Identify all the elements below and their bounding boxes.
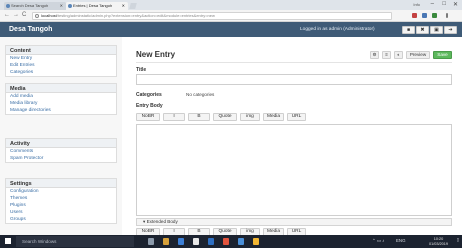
entry-toggle-button[interactable]: ◐ [394,51,403,59]
sidebar-section-title: Activity [6,139,116,148]
extension-icon[interactable] [432,13,437,18]
page-title: New Entry [136,50,176,59]
browser-tab-strip: Search Desa Tangoh ✕ Entries | Desa Tang… [0,0,462,10]
logged-in-status: Logged in as admin (Administrator) [300,27,375,32]
sidebar-item-edit-entries[interactable]: Edit Entries [6,62,116,69]
file-explorer-icon[interactable] [163,238,169,245]
sidebar-item-groups[interactable]: Groups [6,216,116,223]
header-frame-button[interactable]: ▣ [430,26,443,34]
save-button[interactable]: Save [433,51,452,59]
url-path: /testing/adminstatic/admin.php?extension… [56,13,215,18]
taskbar-search-input[interactable]: Search Windows [16,236,134,247]
close-window-icon[interactable]: ✕ [453,1,458,8]
sidebar-item-categories[interactable]: Categories [6,69,116,76]
notification-icon[interactable]: ▯ [457,237,459,243]
sidebar-item-add-media[interactable]: Add media [6,93,116,100]
minimize-icon[interactable]: – [431,1,434,7]
sidebar-item-spam-protector[interactable]: Spam Protector [6,155,116,162]
bold-button[interactable]: B [188,113,210,121]
extension-icon[interactable] [422,13,427,18]
store-icon[interactable] [193,238,199,245]
browser-menu-icon[interactable] [446,13,448,18]
windows-start-icon[interactable] [5,238,11,244]
logout-button[interactable]: ➔ [444,26,457,34]
url-host: localhost [41,13,57,18]
sidebar-item-plugins[interactable]: Plugins [6,202,116,209]
mail-icon[interactable] [208,238,214,245]
sidebar-section-content: Content New Entry Edit Entries Categorie… [5,45,117,77]
edge-icon[interactable] [178,238,184,245]
sidebar-item-configuration[interactable]: Configuration [6,188,116,195]
categories-value[interactable]: No categories [186,92,214,97]
app-name[interactable]: Desa Tangoh [9,26,52,33]
nobr-button[interactable]: NoBR [136,113,160,121]
title-input[interactable] [136,74,452,85]
forward-icon[interactable]: → [13,12,19,18]
url-button[interactable]: URL [287,113,306,121]
entry-body-textarea[interactable] [136,124,452,216]
header-settings-button[interactable]: ✖ [416,26,429,34]
info-icon[interactable] [35,14,39,18]
header-stop-button[interactable]: ■ [402,26,415,34]
sidebar-item-users[interactable]: Users [6,209,116,216]
preview-button[interactable]: Preview [406,51,430,59]
sidebar-section-settings: Settings Configuration Themes Plugins Us… [5,178,117,224]
task-view-icon[interactable] [148,238,154,245]
close-tab-icon[interactable]: ✕ [122,2,125,10]
media-button[interactable]: Media [263,113,284,121]
tab-label: Entries | Desa Tangoh [73,3,113,8]
entry-list-button[interactable]: ≡ [382,51,391,59]
sidebar-section-title: Media [6,84,116,93]
extension-icon[interactable] [412,13,417,18]
new-tab-button[interactable] [129,3,137,9]
divider [136,62,452,63]
app-icon[interactable] [238,238,244,245]
sidebar-section-media: Media Add media Media library Manage dir… [5,83,117,115]
categories-label: Categories [136,92,162,98]
site-favicon-icon [68,4,72,8]
italic-button[interactable]: I [163,113,185,121]
browser-user-label[interactable]: Info [413,2,420,7]
entry-settings-button[interactable]: ⚙ [370,51,379,59]
back-icon[interactable]: ← [4,12,10,18]
sidebar-item-media-library[interactable]: Media library [6,100,116,107]
main-content: New Entry ⚙ ≡ ◐ Preview Save Title Categ… [122,37,462,236]
sidebar-item-themes[interactable]: Themes [6,195,116,202]
chrome-icon[interactable] [253,238,259,245]
browser-tab-search[interactable]: Search Desa Tangoh ✕ [4,2,66,10]
sidebar-item-new-entry[interactable]: New Entry [6,55,116,62]
sidebar: Content New Entry Edit Entries Categorie… [0,37,122,235]
site-favicon-icon [6,4,10,8]
img-button[interactable]: img [240,113,260,121]
extended-body-toggle[interactable]: ▾ Extended Body [136,218,452,226]
reload-icon[interactable]: C [22,12,26,18]
title-label: Title [136,67,147,73]
sidebar-item-manage-directories[interactable]: Manage directories [6,107,116,114]
sidebar-section-activity: Activity Comments Spam Protector [5,138,117,163]
app-header: Desa Tangoh Logged in as admin (Administ… [0,22,462,37]
maximize-icon[interactable]: □ [442,1,446,7]
quote-button[interactable]: Quote [213,113,237,121]
taskbar-clock[interactable]: 10:20 01/03/2019 [429,237,448,246]
taskbar: Search Windows ⌃ ▭ ♪ ENG 10:20 01/03/201… [0,235,462,248]
clock-date: 01/03/2019 [428,241,448,246]
tab-label: Search Desa Tangoh [11,3,49,8]
close-tab-icon[interactable]: ✕ [60,2,63,10]
language-indicator[interactable]: ENG [396,238,406,243]
browser-toolbar: ← → C localhost/testing/adminstatic/admi… [0,10,462,22]
sidebar-section-title: Content [6,46,116,55]
entry-body-label: Entry Body [136,103,163,109]
sidebar-item-comments[interactable]: Comments [6,148,116,155]
tray-icons[interactable]: ⌃ ▭ ♪ [372,238,384,244]
browser-tab-entries[interactable]: Entries | Desa Tangoh ✕ [66,2,128,10]
address-bar[interactable]: localhost/testing/adminstatic/admin.php?… [32,12,392,20]
app-icon[interactable] [223,238,229,245]
sidebar-section-title: Settings [6,179,116,188]
